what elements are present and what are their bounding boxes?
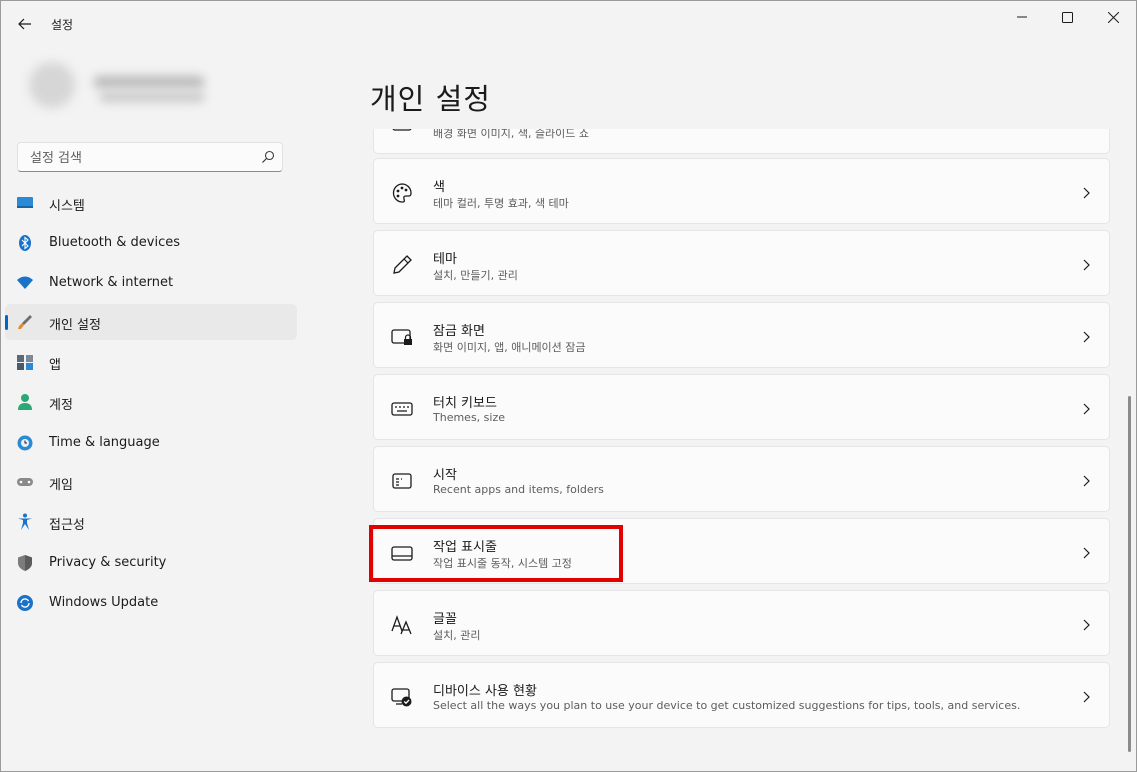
palette-icon: [392, 183, 412, 203]
selection-indicator: [5, 315, 8, 330]
card-device-usage[interactable]: 디바이스 사용 현황 Select all the ways you plan …: [373, 662, 1110, 728]
search-input[interactable]: [28, 148, 252, 168]
sidebar-item-label: Network & internet: [49, 275, 174, 290]
sidebar-item-bluetooth[interactable]: Bluetooth & devices: [5, 225, 297, 261]
card-title: 작업 표시줄: [433, 540, 497, 555]
sidebar-item-label: 계정: [49, 398, 73, 413]
sidebar-item-label: Privacy & security: [49, 555, 167, 570]
account-name-blurred: [94, 76, 204, 88]
chevron-right-icon: [1083, 691, 1090, 703]
shield-icon: [18, 555, 32, 571]
card-background[interactable]: 배경 화면 이미지, 색, 슬라이드 쇼: [373, 129, 1110, 154]
account-email-blurred: [100, 92, 204, 102]
sidebar-item-label: Bluetooth & devices: [49, 235, 180, 250]
lock-screen-icon: [391, 329, 412, 345]
system-display-icon: [17, 197, 33, 208]
sidebar-item-accessibility[interactable]: 접근성: [5, 504, 297, 540]
chevron-right-icon: [1081, 129, 1091, 130]
card-subtitle: Themes, size: [433, 411, 505, 424]
close-button[interactable]: [1090, 2, 1136, 32]
title-bar: 설정: [0, 0, 1137, 46]
sidebar-item-label: 개인 설정: [49, 318, 101, 333]
pen-icon: [393, 255, 412, 274]
wifi-icon: [17, 276, 33, 289]
accessibility-icon: [18, 513, 32, 530]
card-lock-screen[interactable]: 잠금 화면 화면 이미지, 앱, 애니메이션 잠금: [373, 302, 1110, 368]
sidebar-item-apps[interactable]: 앱: [5, 344, 297, 380]
globe-clock-icon: [17, 435, 33, 451]
back-button[interactable]: [10, 10, 40, 38]
device-usage-icon: [391, 688, 412, 707]
sidebar-item-gaming[interactable]: 게임: [5, 464, 297, 500]
card-title: 글꼴: [433, 612, 457, 627]
background-icon: [392, 129, 412, 131]
sidebar-item-label: 접근성: [49, 518, 85, 533]
card-touch-keyboard[interactable]: 터치 키보드 Themes, size: [373, 374, 1110, 440]
card-title: 디바이스 사용 현황: [433, 684, 537, 699]
sidebar-item-label: 시스템: [49, 199, 85, 214]
card-subtitle: 테마 컬러, 투명 효과, 색 테마: [433, 197, 569, 210]
sidebar-item-label: 앱: [49, 358, 61, 373]
app-title: 설정: [51, 18, 74, 32]
gamepad-icon: [17, 478, 33, 486]
card-title: 테마: [433, 252, 457, 267]
taskbar-icon: [391, 546, 413, 561]
sidebar-item-privacy[interactable]: Privacy & security: [5, 545, 297, 581]
card-subtitle: Recent apps and items, folders: [433, 483, 604, 496]
keyboard-icon: [391, 402, 413, 416]
sidebar-item-windows-update[interactable]: Windows Update: [5, 585, 297, 621]
maximize-icon: [1061, 11, 1073, 23]
card-taskbar[interactable]: 작업 표시줄 작업 표시줄 동작, 시스템 고정: [373, 518, 1110, 584]
avatar[interactable]: [29, 62, 75, 108]
minimize-icon: [1017, 16, 1027, 18]
search-icon[interactable]: [260, 149, 276, 165]
card-fonts[interactable]: 글꼴 설치, 관리: [373, 590, 1110, 656]
apps-icon: [17, 355, 33, 370]
sidebar-item-label: Windows Update: [49, 595, 159, 610]
chevron-right-icon: [1083, 187, 1090, 199]
card-subtitle: 작업 표시줄 동작, 시스템 고정: [433, 557, 572, 570]
search-box[interactable]: [17, 142, 283, 172]
sidebar-item-personalization[interactable]: 개인 설정: [5, 304, 297, 340]
chevron-right-icon: [1083, 331, 1090, 343]
chevron-right-icon: [1083, 259, 1090, 271]
back-arrow-icon: [18, 18, 31, 30]
card-title: 터치 키보드: [433, 396, 497, 411]
card-subtitle: Select all the ways you plan to use your…: [433, 699, 1021, 712]
card-title: 잠금 화면: [433, 324, 485, 339]
minimize-button[interactable]: [999, 2, 1045, 32]
sidebar-item-network[interactable]: Network & internet: [5, 265, 297, 301]
sidebar-item-label: Time & language: [49, 435, 160, 450]
brush-icon: [18, 315, 32, 329]
card-themes[interactable]: 테마 설치, 만들기, 관리: [373, 230, 1110, 296]
maximize-button[interactable]: [1044, 2, 1090, 32]
card-colors[interactable]: 색 테마 컬러, 투명 효과, 색 테마: [373, 158, 1110, 224]
account-icon: [18, 394, 32, 410]
card-subtitle: 설치, 관리: [433, 629, 481, 642]
sidebar-item-label: 게임: [49, 478, 73, 493]
card-subtitle: 화면 이미지, 앱, 애니메이션 잠금: [433, 341, 586, 354]
sidebar-item-accounts[interactable]: 계정: [5, 384, 297, 420]
card-start[interactable]: 시작 Recent apps and items, folders: [373, 446, 1110, 512]
bluetooth-icon: [19, 235, 31, 251]
close-icon: [1107, 11, 1119, 23]
sidebar-item-time-language[interactable]: Time & language: [5, 425, 297, 461]
update-icon: [17, 595, 33, 611]
settings-list: 배경 화면 이미지, 색, 슬라이드 쇼 색 테마 컬러, 투명 효과, 색 테…: [370, 129, 1116, 772]
card-title: 시작: [433, 468, 457, 483]
sidebar-item-system[interactable]: 시스템: [5, 185, 297, 221]
card-title: 색: [433, 180, 445, 195]
start-menu-icon: [392, 473, 412, 489]
scrollbar-thumb[interactable]: [1128, 396, 1131, 752]
chevron-right-icon: [1083, 403, 1090, 415]
chevron-right-icon: [1083, 619, 1090, 631]
card-subtitle: 설치, 만들기, 관리: [433, 269, 518, 282]
card-subtitle: 배경 화면 이미지, 색, 슬라이드 쇼: [433, 129, 590, 140]
page-title: 개인 설정: [370, 82, 491, 116]
chevron-right-icon: [1083, 475, 1090, 487]
chevron-right-icon: [1083, 547, 1090, 559]
font-icon: [391, 615, 412, 635]
